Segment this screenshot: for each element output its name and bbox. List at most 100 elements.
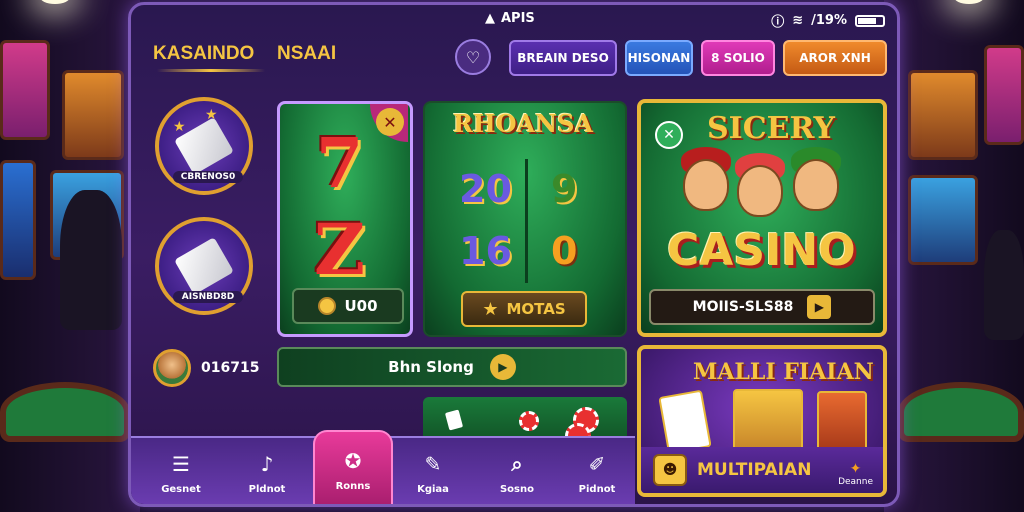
banner-label: Bhn Slong [388, 358, 474, 376]
cube-icon [174, 237, 234, 295]
star-icon: ★ [482, 298, 499, 320]
reel-divider [525, 159, 528, 283]
brand-title: KASAINDO [153, 43, 255, 64]
treasure-card-icon [733, 389, 803, 451]
coin-icon [318, 297, 337, 315]
mascot-icon: ☻ [653, 454, 687, 486]
trumpet-icon: ♪ [260, 451, 274, 476]
status-center: ▲ APIS [485, 11, 535, 26]
player-silhouette [984, 230, 1024, 340]
sidebar-badge-1[interactable]: ★ ★ CBRENOS0 [155, 97, 253, 195]
slots-button-label: U00 [344, 297, 378, 315]
heart-icon: ♡ [465, 47, 481, 67]
slot-machine-bg [62, 70, 124, 160]
character-card-icon [817, 391, 867, 451]
battery-icon [855, 14, 885, 27]
play-icon: ▶ [807, 295, 832, 319]
rhoansa-play-button[interactable]: ★ MOTAS [461, 291, 587, 327]
carrot-icon: ✦ [849, 461, 862, 477]
multi-button-label: MULTIPAIAN [697, 460, 812, 480]
slots-play-button[interactable]: U00 [292, 288, 404, 324]
star-icon: ★ [173, 119, 186, 135]
badge-label: AISNBD8D [173, 291, 243, 303]
multi-game-card[interactable]: MALLI FIAIAN ☻ MULTIPAIAN ✦ Deanne [637, 345, 887, 497]
status-right: ⓘ ≋ /19% [771, 11, 885, 30]
header-button-1[interactable]: BREAIN DESO [509, 40, 617, 76]
chip-icon [519, 411, 539, 431]
header-button-3[interactable]: 8 SOLIO [701, 40, 775, 76]
background-left [0, 0, 140, 512]
multi-side-item[interactable]: ✦ Deanne [838, 461, 873, 487]
wifi-icon: ≋ [792, 13, 804, 28]
slot-symbol: 7 [316, 124, 364, 204]
slot-machine-bg [908, 70, 978, 160]
slot-machine-bg [0, 160, 36, 280]
close-icon[interactable]: ✕ [655, 121, 683, 149]
header-button-4[interactable]: AROR XNH [783, 40, 887, 76]
badge-label: CBRENOS0 [173, 171, 243, 183]
slot-machine-bg [984, 45, 1024, 145]
rhoansa-game-card[interactable]: RHOANSA 20 9 16 0 ★ MOTAS [423, 101, 627, 337]
reel-number: 0 [551, 229, 578, 273]
brand-secondary: NSAAI [277, 43, 337, 64]
brand-underline [157, 69, 265, 72]
playing-card-icon [658, 389, 712, 455]
profile-row[interactable]: 016715 [153, 349, 259, 387]
nav-item-pldnot[interactable]: ♪ Pldnot [227, 438, 307, 504]
slot-symbol: Z [314, 208, 366, 291]
casino-play-button[interactable]: MOIIS-SLS88 ▶ [649, 289, 875, 325]
nav-item-sosno[interactable]: ⌕ Sosno [477, 438, 557, 504]
list-icon: ☰ [172, 451, 190, 476]
casino-game-card[interactable]: ✕ SICERY CASINO MOIIS-SLS88 ▶ [637, 99, 887, 337]
reel-number: 9 [551, 167, 578, 211]
slot-machine-bg [908, 175, 978, 265]
slots-game-card[interactable]: ✕ 7 Z U00 [277, 101, 413, 337]
chip-icon: ✪ [344, 448, 362, 473]
reel-number: 16 [459, 229, 512, 273]
multi-card-title: MALLI FIAIAN [693, 359, 874, 385]
character-face [793, 159, 839, 211]
background-right [884, 0, 1024, 512]
sidebar-badge-2[interactable]: AISNBD8D [155, 217, 253, 315]
edit-icon: ✐ [588, 451, 606, 476]
casino-card-title: SICERY [707, 111, 835, 146]
warning-icon: ▲ [485, 11, 495, 26]
character-face [683, 159, 729, 211]
nav-label: Ronns [335, 480, 371, 492]
nav-label: Gesnet [161, 483, 201, 495]
slot-machine-bg [0, 40, 50, 140]
top-bar: KASAINDO NSAAI ♡ BREAIN DESO HISONAN 8 S… [131, 35, 897, 79]
reel-number: 20 [459, 167, 512, 211]
casino-table [0, 382, 130, 442]
battery-text: /19% [811, 13, 847, 28]
header-button-2[interactable]: HISONAN [625, 40, 693, 76]
nav-item-kgiaa[interactable]: ✎ Kgiaa [393, 438, 473, 504]
multi-side-label: Deanne [838, 477, 873, 487]
profile-label: 016715 [201, 360, 260, 376]
network-label: APIS [501, 11, 535, 26]
ceiling-light [954, 0, 984, 4]
favorite-button[interactable]: ♡ [455, 39, 491, 75]
casino-table [898, 382, 1024, 442]
info-icon: ⓘ [771, 15, 785, 30]
pencil-icon: ✎ [424, 451, 442, 476]
avatar [153, 349, 191, 387]
ceiling-light [40, 0, 70, 4]
rhoansa-button-label: MOTAS [506, 300, 566, 318]
nav-item-pidnot[interactable]: ✐ Pidnot [557, 438, 637, 504]
nav-label: Pldnot [248, 483, 286, 495]
close-icon[interactable]: ✕ [376, 108, 404, 136]
bottom-navigation: ☰ Gesnet ♪ Pldnot ✪ Ronns ✎ Kgiaa ⌕ Sosn… [131, 430, 637, 504]
character-face [737, 165, 783, 217]
nav-item-ronns[interactable]: ✪ Ronns [313, 430, 393, 504]
search-icon: ⌕ [511, 451, 523, 476]
nav-item-gesnet[interactable]: ☰ Gesnet [141, 438, 221, 504]
casino-logo-text: CASINO [667, 225, 856, 276]
nav-label: Sosno [499, 483, 534, 495]
status-bar: ▲ APIS ⓘ ≋ /19% [131, 11, 897, 31]
casino-button-label: MOIIS-SLS88 [692, 299, 794, 315]
player-silhouette [60, 190, 122, 330]
rhoansa-title: RHOANSA [453, 109, 594, 138]
nav-label: Pidnot [578, 483, 616, 495]
slots-banner-button[interactable]: Bhn Slong ▶ [277, 347, 627, 387]
